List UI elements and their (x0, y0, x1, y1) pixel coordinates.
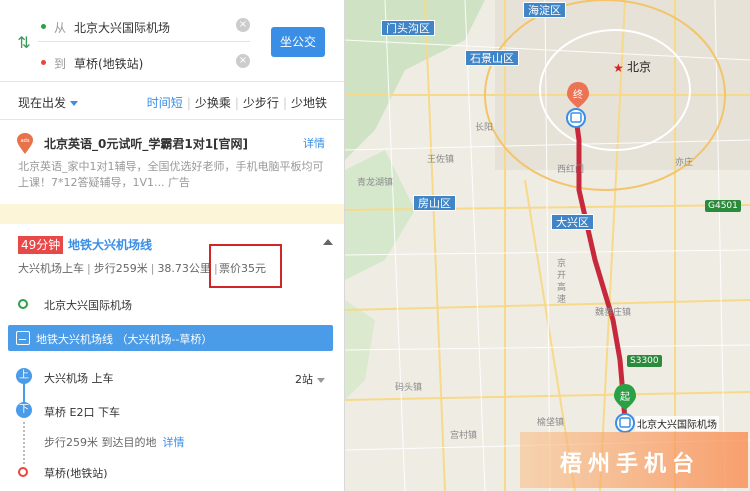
swap-icon[interactable]: ⇅ (14, 33, 34, 53)
start-dot-icon (41, 24, 46, 29)
divider: | (186, 96, 191, 110)
end-marker-label: 终 (573, 88, 583, 101)
chevron-down-icon (317, 377, 325, 383)
walk-step-text: 步行259米 到达目的地 (44, 436, 157, 449)
option-fewer-transfers[interactable]: 少换乘 (195, 94, 231, 111)
search-transit-button[interactable]: 坐公交 (271, 27, 325, 57)
town-label: 长阳 (475, 123, 494, 133)
divider: | (282, 96, 287, 110)
road-tag: G4501 (705, 200, 741, 212)
alight-icon: 下 (16, 402, 32, 418)
line-bar-label: 地铁大兴机场线 （大兴机场--草桥） (36, 333, 213, 346)
end-stop-icon (18, 467, 28, 477)
divider: | (87, 262, 91, 275)
from-field[interactable]: 从 北京大兴国际机场 × (38, 12, 250, 42)
walk-text: 步行259米 (93, 262, 148, 275)
expressway-label-char: 开 (557, 271, 567, 281)
ad-pin-icon: ads (17, 133, 33, 154)
walk-path-line (23, 422, 25, 464)
ad-description: 北京英语_家中1对1辅导，全国优选好老师，手机电脑平板均可上课！7*12答疑辅导… (18, 160, 324, 189)
town-label: 亦庄 (675, 158, 694, 168)
district-label: 大兴区 (551, 214, 594, 230)
alight-step: 草桥 E2口 下车 (44, 406, 120, 419)
capital-star-icon: ★ (613, 61, 624, 75)
ad-detail-link[interactable]: 详情 (303, 135, 325, 151)
road-tag: S3300 (627, 355, 662, 367)
expressway-label-char: 速 (557, 295, 567, 305)
end-dot-icon (41, 60, 46, 65)
distance-text: 38.73公里 (157, 262, 211, 275)
separator-strip (0, 204, 344, 224)
town-label: 宫村镇 (450, 431, 478, 441)
svg-text:ads: ads (21, 138, 30, 144)
ad-block[interactable]: ads 北京英语_0元试听_学霸君1对1[官网] 详情 北京英语_家中1对1辅导… (0, 121, 344, 201)
chevron-down-icon (70, 101, 79, 106)
town-label: 码头镇 (395, 383, 423, 393)
option-shortest-time[interactable]: 时间短 (147, 94, 183, 111)
town-label: 魏善庄镇 (595, 308, 632, 318)
district-label: 门头沟区 (381, 20, 435, 36)
depart-time-select[interactable]: 现在出发 (18, 94, 79, 111)
start-stop[interactable]: 北京大兴国际机场 (44, 297, 132, 313)
from-prefix: 从 (54, 21, 67, 35)
option-fewer-subway[interactable]: 少地铁 (291, 94, 327, 111)
start-stop-icon (18, 299, 28, 309)
town-label: 王佐镇 (427, 155, 455, 165)
start-station-icon (615, 413, 635, 433)
walk-step: 步行259米 到达目的地 详情 (44, 434, 185, 450)
divider: | (150, 262, 155, 275)
town-label: 青龙湖镇 (357, 178, 394, 188)
plan-summary: 大兴机场上车 | 步行259米 | 38.73公里 | (18, 260, 221, 276)
route-input-box: ⇅ 从 北京大兴国际机场 × 到 草桥(地铁站) × 坐公交 (0, 0, 344, 82)
stations-count: 2站 (295, 373, 313, 386)
from-input[interactable]: 北京大兴国际机场 (74, 19, 170, 36)
end-stop[interactable]: 草桥(地铁站) (44, 465, 108, 481)
stations-toggle[interactable]: 2站 (295, 371, 325, 387)
clear-from-icon[interactable]: × (236, 18, 250, 32)
district-label: 房山区 (413, 195, 456, 211)
city-label: 北京 (627, 60, 652, 74)
filter-bar: 现在出发 时间短 | 少换乘 | 少步行 | 少地铁 (0, 82, 344, 120)
watermark: 梧州手机台 (520, 432, 748, 488)
expressway-label: 京开高速 (557, 258, 566, 306)
district-label: 石景山区 (465, 50, 519, 66)
walk-detail-link[interactable]: 详情 (163, 436, 185, 449)
depart-label: 现在出发 (18, 96, 67, 110)
airport-label: 北京大兴国际机场 (635, 416, 719, 431)
expressway-label-char: 高 (557, 283, 567, 293)
end-station-icon (566, 108, 586, 128)
to-input[interactable]: 草桥(地铁站) (74, 55, 143, 72)
collapse-icon[interactable] (323, 239, 333, 245)
urban-area (495, 0, 750, 170)
divider: | (234, 96, 239, 110)
board-icon: 上 (16, 368, 32, 384)
town-label: 西红门 (557, 165, 585, 175)
sort-options: 时间短 | 少换乘 | 少步行 | 少地铁 (147, 94, 327, 111)
duration-badge: 49分钟 (18, 236, 64, 254)
district-label: 海淀区 (523, 2, 566, 18)
transit-plan[interactable]: 49分钟 地铁大兴机场线 大兴机场上车 | 步行259米 | 38.73公里 | 票价35… (0, 224, 344, 491)
map-view[interactable]: 终 起 ★ 海淀区 门头沟区 石景山区 房山区 大兴区 北京 王佐镇 西红门 青… (345, 0, 750, 491)
to-prefix: 到 (54, 57, 67, 71)
town-label: 榆垡镇 (537, 418, 565, 428)
route-panel: ⇅ 从 北京大兴国际机场 × 到 草桥(地铁站) × 坐公交 现在出发 时间短 |… (0, 0, 345, 491)
fare-highlight-box (209, 244, 282, 288)
line-bar[interactable]: 地铁大兴机场线 （大兴机场--草桥） (8, 325, 333, 351)
option-less-walking[interactable]: 少步行 (243, 94, 279, 111)
subway-icon (16, 331, 30, 345)
clear-to-icon[interactable]: × (236, 54, 250, 68)
ad-title[interactable]: 北京英语_0元试听_学霸君1对1[官网] (44, 135, 248, 152)
start-marker-label: 起 (620, 391, 630, 403)
board-text: 大兴机场上车 (18, 262, 84, 275)
expressway-label-char: 京 (557, 259, 567, 269)
watermark-text: 梧州手机台 (560, 451, 701, 477)
board-step: 大兴机场 上车 (44, 372, 114, 385)
plan-line-name[interactable]: 地铁大兴机场线 (68, 236, 152, 254)
to-field[interactable]: 到 草桥(地铁站) × (38, 48, 250, 78)
